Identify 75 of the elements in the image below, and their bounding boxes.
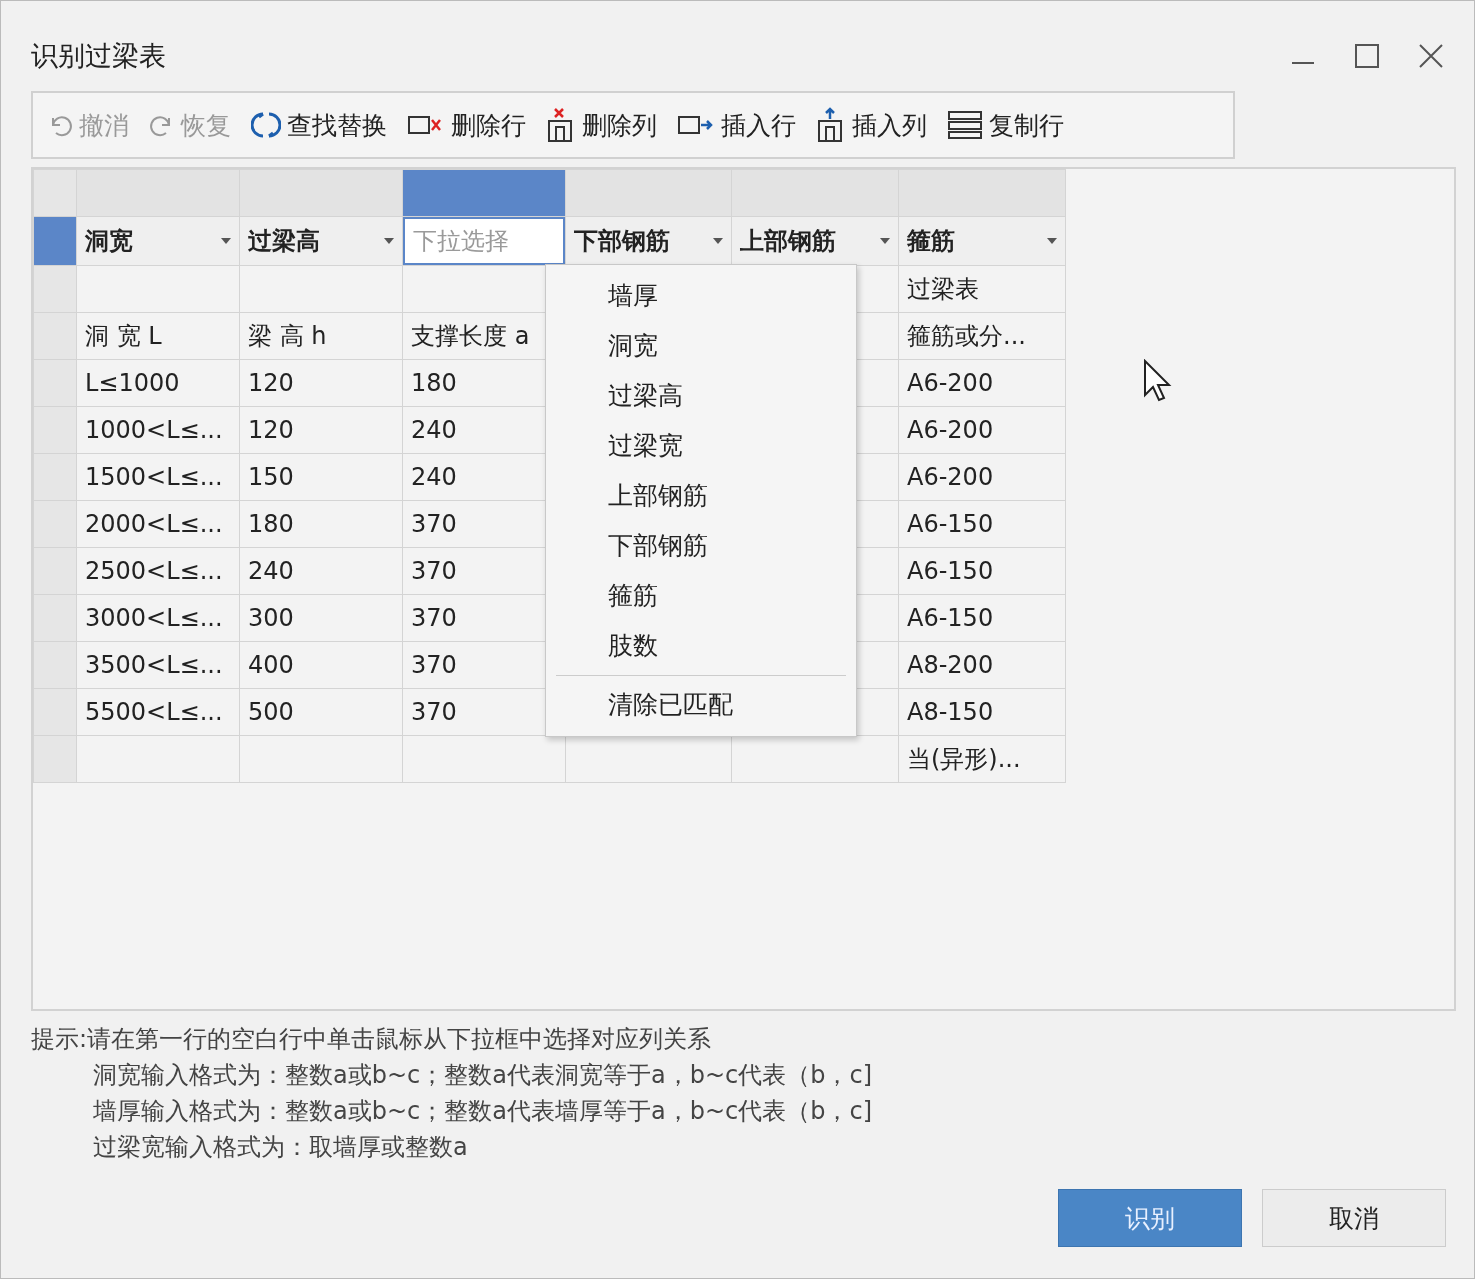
menu-item[interactable]: 过梁高 <box>546 371 856 421</box>
table-cell: 1000<L≤... <box>85 416 223 444</box>
table-cell: A8-200 <box>907 651 994 679</box>
table-cell: L≤1000 <box>85 369 180 397</box>
menu-item[interactable]: 墙厚 <box>546 271 856 321</box>
mouse-cursor-icon <box>1143 359 1173 403</box>
table-cell: 370 <box>411 557 457 585</box>
table-cell: 支撑长度 a <box>411 322 530 350</box>
table-cell: 洞 宽 L <box>85 322 162 350</box>
table-cell: 120 <box>248 416 294 444</box>
menu-item[interactable]: 箍筋 <box>546 571 856 621</box>
table-cell: 梁 高 h <box>248 322 327 350</box>
hint-text: 提示:请在第一行的空白行中单击鼠标从下拉框中选择对应列关系 <box>31 1024 713 1055</box>
table-cell: 180 <box>248 510 294 538</box>
caret-icon <box>384 238 394 244</box>
table-cell: 240 <box>248 557 294 585</box>
table-cell: 500 <box>248 698 294 726</box>
table-cell: A6-150 <box>907 604 994 632</box>
cancel-button[interactable]: 取消 <box>1262 1189 1446 1247</box>
table-cell: 1500<L≤... <box>85 463 223 491</box>
hint-text: 洞宽输入格式为：整数a或b~c；整数a代表洞宽等于a，b~c代表（b，c] <box>92 1060 873 1091</box>
table-cell: A6-150 <box>907 557 994 585</box>
caret-icon <box>880 238 890 244</box>
caret-icon <box>713 238 723 244</box>
column-header[interactable] <box>402 169 566 217</box>
table-cell: 当(异形)... <box>907 745 1021 773</box>
menu-item[interactable]: 清除已匹配 <box>546 680 856 730</box>
toolbar-button[interactable]: 查找替换 <box>243 108 395 142</box>
refresh-icon <box>251 110 281 140</box>
table-cell: A8-150 <box>907 698 994 726</box>
toolbar-button[interactable]: 删除行 <box>399 108 534 142</box>
table-cell: 箍筋或分... <box>907 322 1026 350</box>
toolbar-button[interactable]: 插入列 <box>808 107 935 143</box>
table-cell: 150 <box>248 463 294 491</box>
menu-item[interactable]: 肢数 <box>546 621 856 671</box>
table-cell: A6-200 <box>907 369 994 397</box>
table-cell: 370 <box>411 698 457 726</box>
menu-item[interactable]: 上部钢筋 <box>546 471 856 521</box>
table-cell: 240 <box>411 416 457 444</box>
column-header[interactable] <box>76 169 240 217</box>
window-title: 识别过梁表 <box>31 39 166 73</box>
column-header[interactable] <box>239 169 403 217</box>
table-cell: 400 <box>248 651 294 679</box>
column-header[interactable] <box>565 169 732 217</box>
hint-text: 墙厚输入格式为：整数a或b~c；整数a代表墙厚等于a，b~c代表（b，c] <box>92 1096 873 1127</box>
table-cell: 2500<L≤... <box>85 557 223 585</box>
table-cell: 3000<L≤... <box>85 604 223 632</box>
toolbar-button[interactable]: 删除列 <box>538 107 665 143</box>
table-cell: 300 <box>248 604 294 632</box>
column-header[interactable] <box>898 169 1066 217</box>
table-cell: A6-200 <box>907 463 994 491</box>
table-cell: 120 <box>248 369 294 397</box>
table-cell: 2000<L≤... <box>85 510 223 538</box>
maximize-icon[interactable] <box>1354 43 1380 69</box>
table-cell: 180 <box>411 369 457 397</box>
menu-item[interactable]: 洞宽 <box>546 321 856 371</box>
toolbar-button[interactable]: 复制行 <box>939 108 1072 142</box>
menu-item[interactable]: 下部钢筋 <box>546 521 856 571</box>
table-cell: 370 <box>411 510 457 538</box>
table-cell: 370 <box>411 604 457 632</box>
rows-icon <box>947 110 983 140</box>
table-cell: 5500<L≤... <box>85 698 223 726</box>
hint-text: 过梁宽输入格式为：取墙厚或整数a <box>92 1132 469 1163</box>
table-cell: A6-200 <box>907 416 994 444</box>
column-header[interactable] <box>731 169 899 217</box>
table-cell: A6-150 <box>907 510 994 538</box>
table-cell: 过梁表 <box>907 275 979 303</box>
table-cell: 370 <box>411 651 457 679</box>
toolbar-button[interactable]: 插入行 <box>669 108 804 142</box>
caret-icon <box>1047 238 1057 244</box>
menu-item[interactable]: 过梁宽 <box>546 421 856 471</box>
table-cell: 240 <box>411 463 457 491</box>
table-cell: 3500<L≤... <box>85 651 223 679</box>
close-icon[interactable] <box>1418 43 1444 69</box>
caret-icon <box>221 238 231 244</box>
